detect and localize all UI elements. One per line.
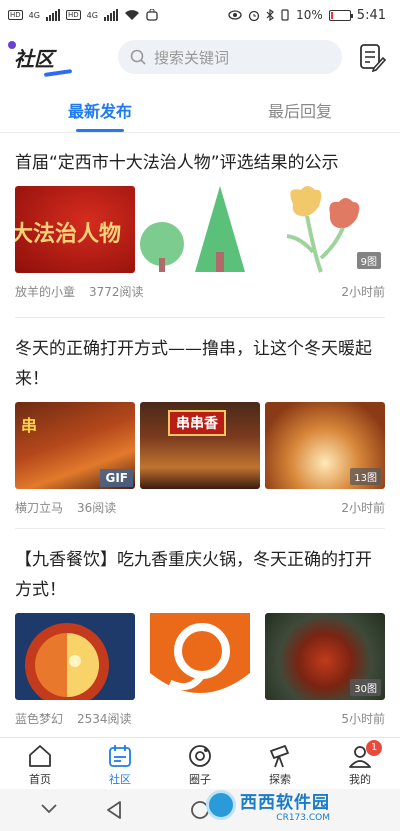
post-item[interactable]: 首届“定西市十大法治人物”评选结果的公示 大法治人物 9图 放羊的小童 3772… [15, 148, 385, 299]
image-caption: 串 [21, 416, 38, 435]
nav-circle[interactable]: 圈子 [160, 738, 240, 789]
post-title[interactable]: 【九香餐饮】吃九香重庆火锅，冬天正确的打开方式！ [15, 545, 385, 605]
post-meta: 横刀立马 36阅读 2小时前 [15, 499, 385, 515]
post-author[interactable]: 蓝色梦幻 [15, 710, 63, 726]
eye-icon [228, 10, 242, 20]
hd-icon: HD [8, 10, 23, 20]
battery-icon [328, 9, 353, 21]
nav-home-label: 首页 [29, 773, 51, 786]
nav-me-label: 我的 [349, 773, 371, 786]
post-image[interactable]: 13图 [265, 402, 385, 489]
community-logo: 社区 [8, 40, 74, 77]
logo-text: 社区 [14, 46, 54, 71]
tab-latest[interactable]: 最新发布 [0, 92, 200, 132]
wifi-icon [124, 10, 139, 20]
nav-explore[interactable]: 探索 [240, 738, 320, 789]
hd-icon-2: HD [65, 10, 81, 20]
signal-label-2: 4G [86, 10, 98, 20]
signal-icon [45, 9, 60, 21]
post-title[interactable]: 首届“定西市十大法治人物”评选结果的公示 [15, 148, 385, 178]
post-image-placeholder-2[interactable]: 9图 [265, 186, 385, 273]
tabs-divider [0, 132, 400, 133]
post-item[interactable]: 冬天的正确打开方式——撸串，让这个冬天暖起来！ 串 GIF 串串香 13图 横刀… [15, 334, 385, 515]
post-images: 大法治人物 9图 [15, 186, 385, 273]
watermark-circle-icon [206, 790, 236, 820]
search-placeholder: 搜索关键词 [154, 48, 230, 67]
bottom-nav: 首页 社区 圈子 探索 我的 1 [0, 737, 400, 789]
status-bar: HD 4G HD 4G 10% 5:41 [0, 0, 400, 30]
bag-icon [146, 9, 158, 21]
watermark-sub: CR173.COM [276, 812, 330, 823]
post-reads: 3772阅读 [89, 285, 144, 299]
tree-icon [140, 186, 245, 272]
nav-me[interactable]: 我的 1 [320, 738, 400, 789]
nav-circle-label: 圈子 [189, 773, 211, 786]
post-reads: 36阅读 [77, 501, 117, 515]
tab-latest-label: 最新发布 [67, 102, 132, 121]
tab-last-reply-label: 最后回复 [267, 102, 332, 121]
post-time: 2小时前 [341, 501, 385, 515]
compose-icon[interactable] [358, 42, 386, 72]
home-icon [29, 745, 51, 767]
post-image[interactable]: 串 GIF [15, 402, 135, 489]
post-author[interactable]: 横刀立马 [15, 499, 63, 515]
post-image[interactable]: 30图 [265, 613, 385, 700]
circle-icon [189, 745, 211, 767]
post-image[interactable]: 大法治人物 [15, 186, 135, 273]
tab-last-reply[interactable]: 最后回复 [200, 92, 400, 132]
bluetooth-icon [266, 9, 275, 21]
image-count-badge: 13图 [350, 468, 381, 485]
post-image[interactable]: 串串香 [140, 402, 260, 489]
image-caption: 大法治人物 [15, 221, 122, 247]
status-left: HD 4G HD 4G [8, 9, 158, 21]
post-images: 30图 [15, 613, 385, 700]
search-bar[interactable]: 搜索关键词 [118, 40, 342, 74]
notification-badge: 1 [366, 740, 382, 756]
post-image[interactable] [15, 613, 135, 700]
jiuxiang-logo [150, 613, 250, 693]
clock: 5:41 [356, 7, 386, 23]
vibrate-icon [281, 9, 289, 21]
gif-badge: GIF [100, 469, 133, 487]
post-time: 5小时前 [341, 712, 385, 726]
post-image[interactable] [140, 613, 260, 700]
signal-icon-2 [103, 9, 118, 21]
community-icon [109, 745, 131, 767]
post-item[interactable]: 【九香餐饮】吃九香重庆火锅，冬天正确的打开方式！ 30图 蓝色梦幻 2534阅读… [15, 545, 385, 726]
nav-explore-label: 探索 [269, 773, 291, 786]
back-icon[interactable] [106, 800, 122, 820]
post-image-placeholder[interactable] [140, 186, 260, 273]
watermark-main: 西西软件园 [240, 792, 330, 813]
image-count-badge: 30图 [350, 679, 381, 696]
telescope-icon [270, 745, 289, 768]
post-time: 2小时前 [341, 285, 385, 299]
nav-community-label: 社区 [109, 773, 131, 786]
post-author[interactable]: 放羊的小童 [15, 283, 75, 299]
post-meta: 放羊的小童 3772阅读 2小时前 [15, 283, 385, 299]
post-meta: 蓝色梦幻 2534阅读 5小时前 [15, 710, 385, 726]
nav-community[interactable]: 社区 [80, 738, 160, 789]
watermark-logo: 西西软件园 CR173.COM [206, 786, 388, 824]
post-divider [15, 528, 385, 529]
nav-home[interactable]: 首页 [0, 738, 80, 789]
search-icon [130, 49, 146, 65]
watermark-text: 西西软件园 CR173.COM [240, 788, 330, 823]
post-images: 串 GIF 串串香 13图 [15, 402, 385, 489]
feed-tabs: 最新发布 最后回复 [0, 92, 400, 132]
status-right: 10% 5:41 [228, 8, 386, 23]
post-divider [15, 317, 385, 318]
post-title[interactable]: 冬天的正确打开方式——撸串，让这个冬天暖起来！ [15, 334, 385, 394]
alarm-icon [248, 10, 260, 21]
image-count-badge: 9图 [356, 252, 381, 269]
chevron-down-icon[interactable] [40, 802, 58, 816]
battery-percent: 10% [296, 8, 323, 22]
signal-label-1: 4G [28, 10, 40, 20]
logo-dot [8, 40, 16, 49]
app-header: 社区 搜索关键词 [0, 34, 400, 80]
hotpot-image [25, 623, 109, 700]
post-reads: 2534阅读 [77, 712, 132, 726]
image-caption: 串串香 [168, 410, 226, 436]
